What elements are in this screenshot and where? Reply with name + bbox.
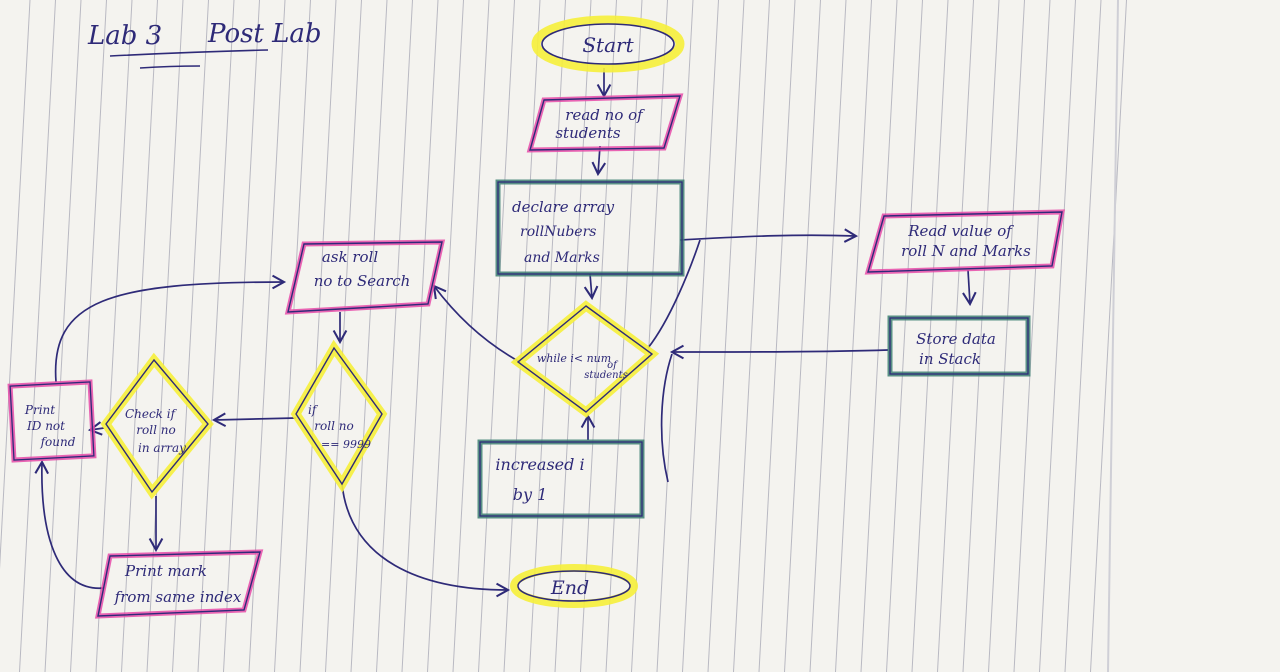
end-label: End [550,577,589,599]
while-line-3: students [584,370,628,381]
if-roll-line-2: roll no [314,419,353,433]
flowchart-canvas: Lab 3 Post Lab Start read no of students… [0,0,1280,672]
ask-roll-line-1: ask roll [322,248,378,266]
heading-post-lab: Post Lab [207,19,322,49]
declare-line-3: and Marks [524,250,600,266]
if-roll-line-3: == 9999 [321,438,371,451]
print-mark-line-1: Print mark [124,562,207,580]
read-value-line-1: Read value of [907,222,1014,240]
store-line-1: Store data [916,330,996,348]
check-line-3: in array [138,441,186,455]
ask-roll-line-2: no to Search [314,272,411,290]
declare-line-1: declare array [512,198,615,216]
check-line-1: Check if [125,407,178,421]
while-line-1: while i< num [537,352,611,365]
not-found-line-1: Print [24,403,55,417]
heading-lab: Lab 3 [87,21,162,51]
print-mark-line-2: from same index [114,588,242,606]
declare-line-2: rollNubers [520,224,596,240]
read-students-line-2: students [555,124,621,142]
start-label: Start [582,33,634,57]
read-value-line-2: roll N and Marks [901,242,1031,260]
not-found-line-2: ID not [26,419,65,433]
read-students-line-1: read no of [565,106,645,124]
not-found-line-3: found [40,435,76,449]
increase-line-2: by 1 [513,485,548,504]
notebook-page: Lab 3 Post Lab Start read no of students… [0,0,1280,672]
increase-line-1: increased i [495,455,584,474]
check-line-2: roll no [136,423,175,437]
store-line-2: in Stack [919,350,981,368]
